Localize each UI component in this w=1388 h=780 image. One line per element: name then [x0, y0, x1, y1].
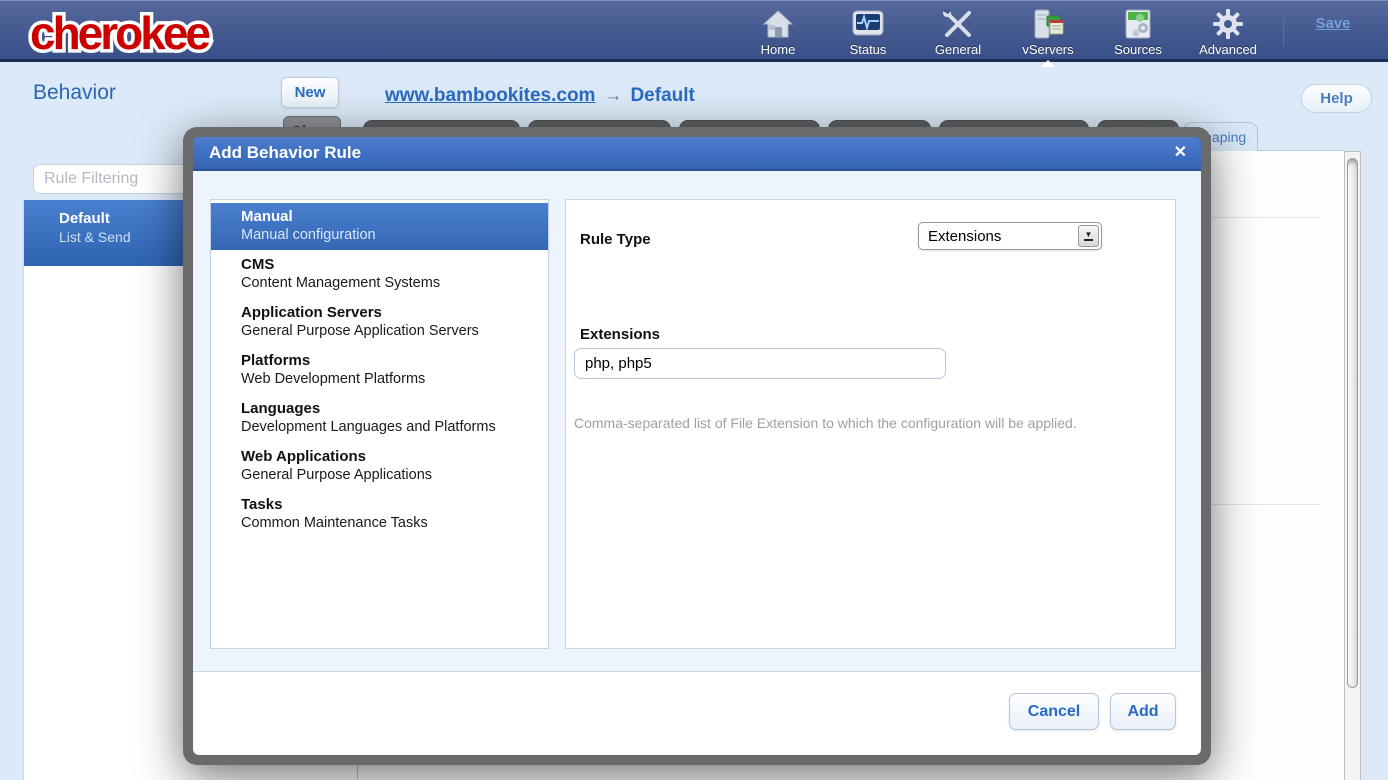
dialog-title: Add Behavior Rule [209, 143, 361, 163]
rule-type-value: Extensions [919, 228, 1078, 245]
nav-item-sources[interactable]: Sources [1093, 7, 1183, 61]
advanced-icon [1212, 7, 1244, 41]
nav-item-advanced[interactable]: Advanced [1183, 7, 1273, 61]
category-title: Languages [241, 400, 540, 418]
extensions-help-text: Comma-separated list of File Extension t… [574, 415, 1077, 431]
cancel-button[interactable]: Cancel [1009, 693, 1099, 730]
category-item-platforms[interactable]: Platforms Web Development Platforms [211, 347, 548, 394]
category-title: Application Servers [241, 304, 540, 322]
category-subtitle: General Purpose Applications [241, 466, 540, 484]
vertical-scrollbar[interactable] [1344, 151, 1361, 780]
nav-label: Status [850, 42, 887, 57]
category-item-tasks[interactable]: Tasks Common Maintenance Tasks [211, 491, 548, 538]
sources-icon [1123, 7, 1153, 41]
rule-category-list: Manual Manual configuration CMS Content … [210, 199, 549, 649]
nav-label: General [935, 42, 981, 57]
dialog-header[interactable]: Add Behavior Rule ✕ [193, 137, 1201, 171]
category-subtitle: Web Development Platforms [241, 370, 540, 388]
save-link[interactable]: Save [1303, 15, 1363, 32]
category-subtitle: Manual configuration [241, 226, 540, 244]
breadcrumb-arrow: → [603, 85, 622, 106]
rule-form-panel: Rule Type Extensions ▼ Extensions Comma-… [565, 199, 1176, 649]
category-title: Manual [241, 208, 540, 226]
nav-label: Advanced [1199, 42, 1257, 57]
new-rule-button[interactable]: New [281, 77, 339, 108]
nav-item-vservers[interactable]: vServers [1003, 7, 1093, 61]
category-title: Web Applications [241, 448, 540, 466]
breadcrumb-vserver-link[interactable]: www.bambookites.com [385, 85, 595, 106]
home-icon [762, 7, 794, 41]
chevron-down-icon[interactable]: ▼ [1078, 225, 1099, 247]
scrollbar-thumb[interactable] [1347, 158, 1358, 688]
general-icon [941, 7, 975, 41]
category-title: Platforms [241, 352, 540, 370]
nav-divider [1283, 17, 1284, 47]
category-item-cms[interactable]: CMS Content Management Systems [211, 251, 548, 298]
category-title: Tasks [241, 496, 540, 514]
category-item-languages[interactable]: Languages Development Languages and Plat… [211, 395, 548, 442]
extensions-label: Extensions [580, 326, 660, 343]
nav-item-status[interactable]: Status [823, 7, 913, 61]
add-button[interactable]: Add [1110, 693, 1176, 730]
nav-label: Home [761, 42, 796, 57]
category-subtitle: Development Languages and Platforms [241, 418, 540, 436]
breadcrumb: www.bambookites.com → Default [385, 85, 695, 107]
category-subtitle: General Purpose Application Servers [241, 322, 540, 340]
close-icon[interactable]: ✕ [1174, 143, 1187, 163]
nav-menu: Home Status [733, 7, 1273, 63]
dialog-body: Manual Manual configuration CMS Content … [193, 171, 1201, 671]
top-navbar: cherokee Home [0, 0, 1388, 62]
category-item-web-applications[interactable]: Web Applications General Purpose Applica… [211, 443, 548, 490]
extensions-input[interactable] [574, 348, 946, 379]
status-icon [850, 7, 886, 41]
page-title: Behavior [33, 81, 116, 105]
category-item-manual[interactable]: Manual Manual configuration [211, 203, 548, 250]
category-subtitle: Content Management Systems [241, 274, 540, 292]
nav-item-general[interactable]: General [913, 7, 1003, 61]
rule-type-select[interactable]: Extensions ▼ [918, 222, 1102, 250]
category-subtitle: Common Maintenance Tasks [241, 514, 540, 532]
active-tab-marker [1041, 60, 1055, 67]
nav-item-home[interactable]: Home [733, 7, 823, 61]
help-button[interactable]: Help [1301, 84, 1372, 113]
cherokee-logo[interactable]: cherokee [22, 5, 282, 61]
rule-type-label: Rule Type [580, 231, 651, 248]
vservers-icon [1031, 7, 1065, 41]
category-title: CMS [241, 256, 540, 274]
logo-text: cherokee [30, 7, 210, 59]
add-behavior-rule-dialog: Add Behavior Rule ✕ Manual Manual config… [183, 127, 1211, 765]
nav-label: Sources [1114, 42, 1162, 57]
category-item-application-servers[interactable]: Application Servers General Purpose Appl… [211, 299, 548, 346]
nav-label: vServers [1022, 42, 1073, 57]
breadcrumb-rule: Default [630, 85, 694, 106]
dialog-footer: Cancel Add [193, 671, 1201, 755]
